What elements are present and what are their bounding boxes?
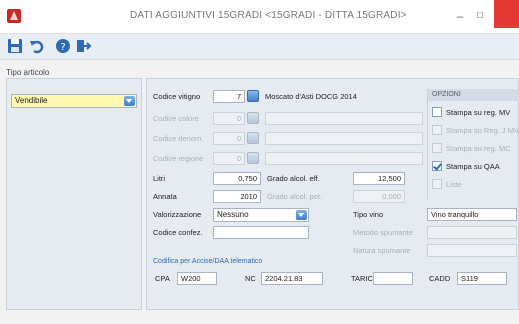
- metodo-spumante-field[interactable]: [427, 226, 517, 239]
- window-title: DATI AGGIUNTIVI 15GRADI <15GRADI - DITTA…: [130, 10, 407, 21]
- toolbar: ?: [0, 34, 519, 60]
- litri-field[interactable]: 0,750: [213, 172, 261, 185]
- codice-denom-field[interactable]: 0: [213, 132, 245, 145]
- save-icon[interactable]: [6, 37, 24, 55]
- svg-text:?: ?: [60, 42, 65, 53]
- codice-regione-label: Codice regione: [153, 154, 204, 163]
- valorizzazione-select[interactable]: Nessuno: [213, 208, 309, 222]
- stampa-reg-mc-label: Stampa su reg. MC: [446, 144, 511, 153]
- chevron-down-icon[interactable]: [124, 96, 135, 106]
- litri-label: Litri: [153, 174, 166, 183]
- codice-colore-field[interactable]: 0: [213, 112, 245, 125]
- liste-checkbox[interactable]: [432, 179, 442, 189]
- close-button[interactable]: [494, 0, 519, 28]
- grado-alcol-pot-field[interactable]: 0,000: [353, 190, 405, 203]
- natura-spumante-label: Natura spumante: [353, 246, 411, 255]
- valorizzazione-label: Valorizzazione: [153, 210, 202, 219]
- stampa-reg-mv-label: Stampa su reg. MV: [446, 108, 511, 117]
- codice-denom-label: Codice denom.: [153, 134, 204, 143]
- annata-label: Annata: [153, 192, 177, 201]
- cpa-field[interactable]: W200: [177, 272, 217, 285]
- codifica-header: Codifica per Accise/DAA telematico: [153, 258, 263, 265]
- opzioni-group: OPZIONI Stampa su reg. MV Stampa su Reg.…: [427, 89, 519, 199]
- help-icon[interactable]: ?: [54, 37, 72, 55]
- left-panel: Vendibile: [6, 78, 142, 310]
- main-panel: Codice vitigno 7 Moscato d'Asti DOCG 201…: [146, 78, 519, 310]
- cpa-label: CPA: [155, 274, 170, 283]
- maximize-button[interactable]: □: [472, 6, 488, 26]
- codice-colore-lookup-button[interactable]: [247, 112, 259, 124]
- tipo-vino-field[interactable]: Vino tranquillo: [427, 208, 517, 221]
- tipo-articolo-value: Vendibile: [15, 96, 48, 105]
- chevron-down-icon[interactable]: [296, 210, 307, 220]
- exit-icon[interactable]: [74, 37, 92, 55]
- opzioni-header: OPZIONI: [428, 89, 519, 101]
- taric-field[interactable]: [373, 272, 413, 285]
- taric-label: TARIC: [351, 274, 373, 283]
- cadd-label: CADD: [429, 274, 451, 283]
- undo-icon[interactable]: [28, 37, 46, 55]
- codice-vitigno-label: Codice vitigno: [153, 92, 201, 101]
- vitigno-description: Moscato d'Asti DOCG 2014: [265, 92, 357, 101]
- codice-vitigno-field[interactable]: 7: [213, 90, 245, 103]
- stampa-reg-jmv-label: Stampa su Reg. J MV: [446, 126, 519, 135]
- metodo-spumante-label: Metodo spumante: [353, 228, 414, 237]
- stampa-qaa-label: Stampa su QAA: [446, 162, 500, 171]
- stampa-reg-mc-checkbox[interactable]: [432, 143, 442, 153]
- grado-alcol-pot-label: Grado alcol. pot.: [267, 192, 323, 201]
- stampa-reg-jmv-checkbox[interactable]: [432, 125, 442, 135]
- codice-regione-lookup-button[interactable]: [247, 152, 259, 164]
- grado-alcol-eff-field[interactable]: 12,500: [353, 172, 405, 185]
- title-bar: DATI AGGIUNTIVI 15GRADI <15GRADI - DITTA…: [0, 0, 519, 34]
- tipo-articolo-label: Tipo articolo: [6, 68, 50, 77]
- codice-confez-field[interactable]: [213, 226, 309, 239]
- codice-confez-label: Codice confez.: [153, 228, 203, 237]
- codice-regione-description: [265, 152, 423, 165]
- codice-denom-description: [265, 132, 423, 145]
- minimize-button[interactable]: –: [452, 6, 468, 26]
- valorizzazione-value: Nessuno: [217, 210, 249, 219]
- grado-alcol-eff-label: Grado alcol. eff.: [267, 174, 320, 183]
- stampa-qaa-checkbox[interactable]: [432, 161, 442, 171]
- nc-field[interactable]: 2204.21.83: [261, 272, 323, 285]
- annata-field[interactable]: 2010: [213, 190, 261, 203]
- codice-denom-lookup-button[interactable]: [247, 132, 259, 144]
- stampa-reg-mv-checkbox[interactable]: [432, 107, 442, 117]
- codice-vitigno-lookup-button[interactable]: [247, 90, 259, 102]
- tipo-vino-label: Tipo vino: [353, 210, 384, 219]
- cadd-field[interactable]: S119: [457, 272, 507, 285]
- codice-colore-description: [265, 112, 423, 125]
- codice-regione-field[interactable]: 0: [213, 152, 245, 165]
- liste-label: Liste: [446, 180, 462, 189]
- codice-colore-label: Codice colore: [153, 114, 199, 123]
- app-icon: [7, 9, 21, 23]
- nc-label: NC: [245, 274, 256, 283]
- natura-spumante-field[interactable]: [427, 244, 517, 257]
- tipo-articolo-select[interactable]: Vendibile: [11, 94, 137, 108]
